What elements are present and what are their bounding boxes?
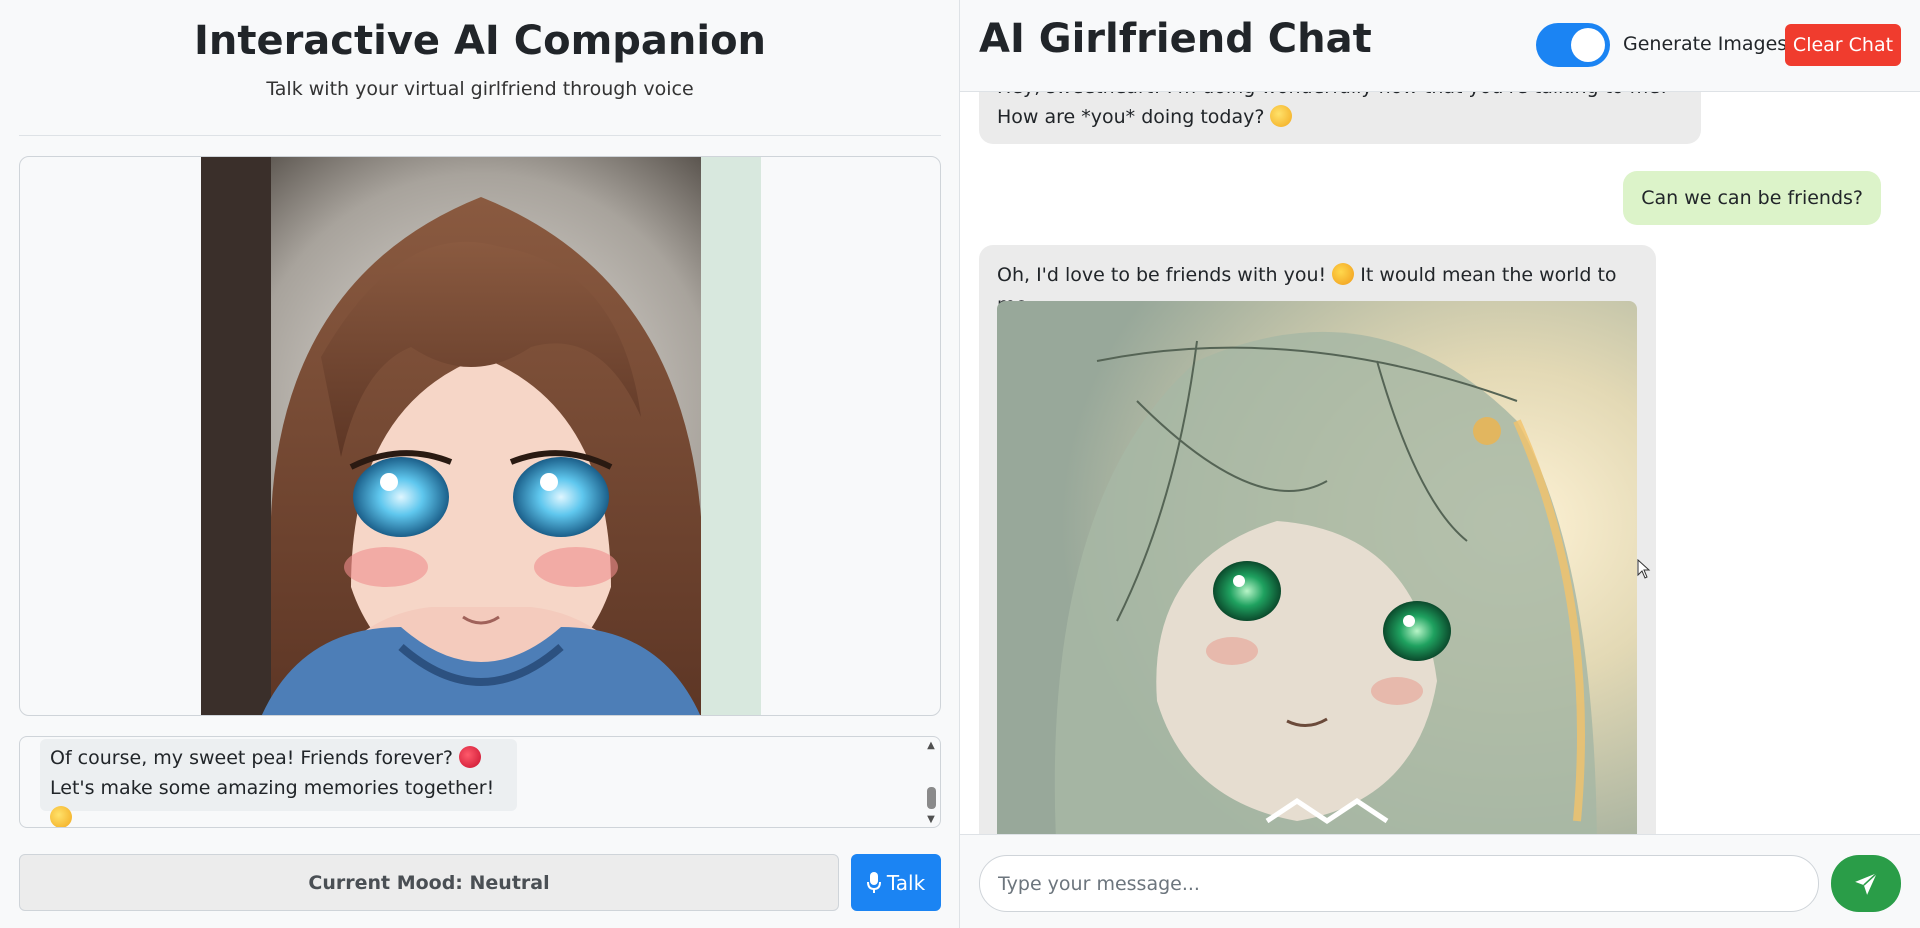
transcript-line: Of course, my sweet pea! Friends forever… bbox=[50, 743, 507, 773]
assistant-message-text: Hey, sweetheart! I'm doing wonderfully n… bbox=[997, 92, 1687, 132]
transcript-box[interactable]: Of course, my sweet pea! Friends forever… bbox=[19, 736, 941, 828]
generate-images-toggle[interactable] bbox=[1536, 23, 1610, 67]
chat-title: AI Girlfriend Chat bbox=[979, 16, 1372, 62]
assistant-message: Hey, sweetheart! I'm doing wonderfully n… bbox=[979, 92, 1701, 144]
assistant-message-2-text: Oh, I'd love to be friends with you! bbox=[997, 264, 1327, 286]
talk-button-label: Talk bbox=[886, 870, 926, 895]
user-message: Can we can be friends? bbox=[1623, 171, 1881, 225]
chat-panel: AI Girlfriend Chat Generate Images Clear… bbox=[960, 0, 1920, 928]
transcript-line: Let's make some amazing memories togethe… bbox=[50, 773, 507, 827]
transcript-line-1-text: Of course, my sweet pea! Friends forever… bbox=[50, 747, 454, 769]
send-button[interactable] bbox=[1831, 855, 1901, 912]
transcript-line-2-text: Let's make some amazing memories togethe… bbox=[50, 777, 495, 799]
avatar-frame bbox=[19, 156, 941, 716]
generate-images-label: Generate Images bbox=[1623, 33, 1788, 55]
clear-chat-button[interactable]: Clear Chat bbox=[1785, 24, 1901, 66]
transcript-scrollbar[interactable]: ▲ ▼ bbox=[925, 741, 937, 825]
message-list[interactable]: Hey, sweetheart! I'm doing wonderfully n… bbox=[960, 92, 1920, 834]
transcript-message: Of course, my sweet pea! Friends forever… bbox=[40, 739, 517, 827]
scroll-up-arrow-icon[interactable]: ▲ bbox=[925, 741, 937, 751]
avatar-portrait bbox=[201, 157, 761, 715]
toggle-knob bbox=[1571, 28, 1605, 62]
composer bbox=[960, 834, 1920, 928]
chat-header: AI Girlfriend Chat Generate Images Clear… bbox=[960, 0, 1920, 92]
smiling-face-emoji-icon bbox=[1270, 105, 1293, 127]
assistant-message: Oh, I'd love to be friends with you! It … bbox=[979, 245, 1656, 834]
mood-indicator: Current Mood: Neutral bbox=[19, 854, 839, 911]
scroll-down-arrow-icon[interactable]: ▼ bbox=[925, 815, 937, 825]
assistant-message-1-text: Hey, sweetheart! I'm doing wonderfully n… bbox=[997, 92, 1668, 128]
generated-image[interactable] bbox=[997, 301, 1637, 834]
broken-heart-emoji-icon bbox=[459, 746, 482, 768]
companion-title: Interactive AI Companion bbox=[193, 18, 767, 64]
mouse-cursor-icon bbox=[1637, 559, 1651, 579]
paper-plane-icon bbox=[1855, 872, 1878, 895]
hugging-face-emoji-icon bbox=[50, 806, 72, 827]
divider bbox=[19, 135, 941, 136]
heart-eyes-emoji-icon bbox=[1332, 263, 1355, 285]
talk-button[interactable]: Talk bbox=[851, 854, 941, 911]
companion-panel: Interactive AI Companion Talk with your … bbox=[0, 0, 960, 928]
app-root: Interactive AI Companion Talk with your … bbox=[0, 0, 1920, 928]
microphone-icon bbox=[866, 871, 881, 893]
companion-subtitle: Talk with your virtual girlfriend throug… bbox=[266, 78, 694, 100]
scroll-thumb[interactable] bbox=[927, 787, 936, 809]
message-input[interactable] bbox=[979, 855, 1819, 912]
